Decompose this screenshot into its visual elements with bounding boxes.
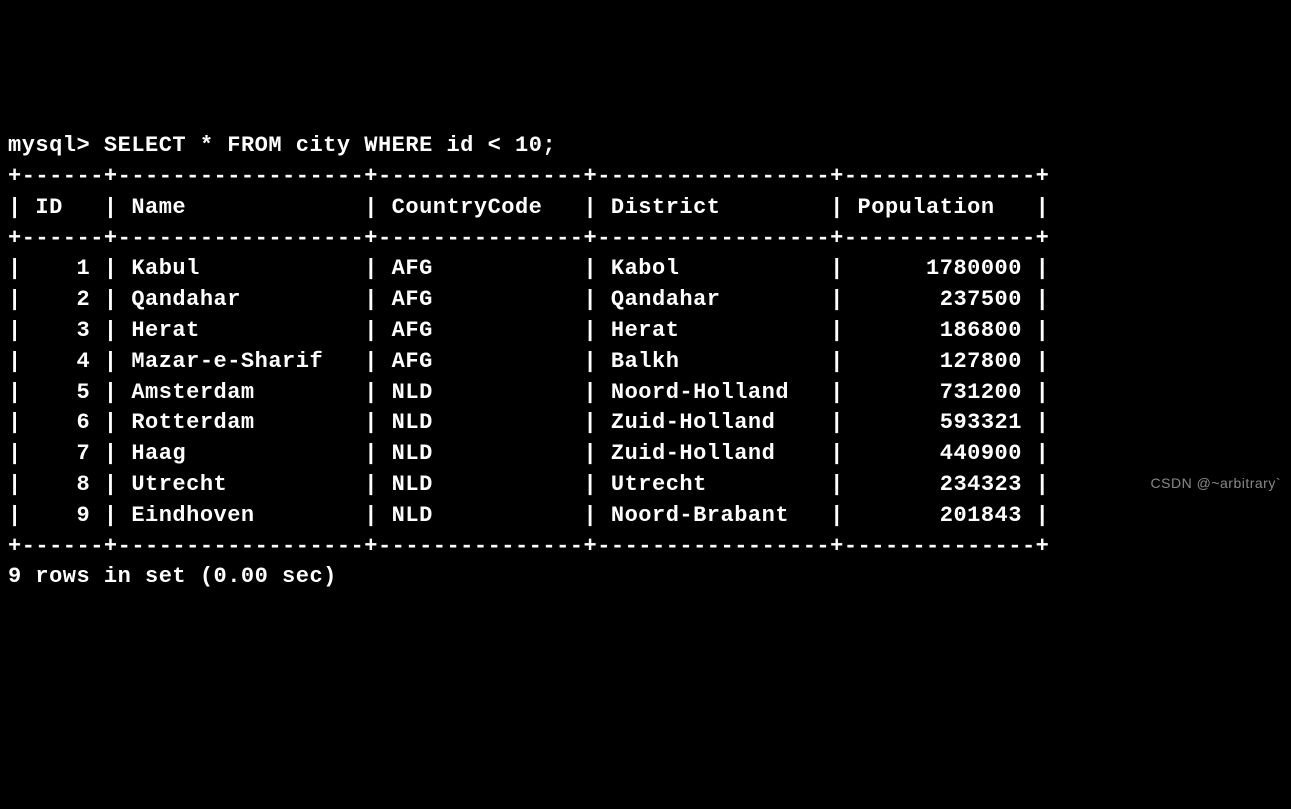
table-border-mid: +------+------------------+-------------… xyxy=(8,226,1049,251)
table-border-top: +------+------------------+-------------… xyxy=(8,164,1049,189)
table-body: | 1 | Kabul | AFG | Kabol | 1780000 | | … xyxy=(8,256,1049,527)
terminal-output: mysql> SELECT * FROM city WHERE id < 10;… xyxy=(8,131,1283,593)
mysql-prompt: mysql> xyxy=(8,133,104,158)
result-footer: 9 rows in set (0.00 sec) xyxy=(8,564,337,589)
table-border-bottom: +------+------------------+-------------… xyxy=(8,534,1049,559)
watermark: CSDN @~arbitrary` xyxy=(1151,474,1281,494)
table-header-row: | ID | Name | CountryCode | District | P… xyxy=(8,195,1049,220)
sql-query: SELECT * FROM city WHERE id < 10; xyxy=(104,133,556,158)
